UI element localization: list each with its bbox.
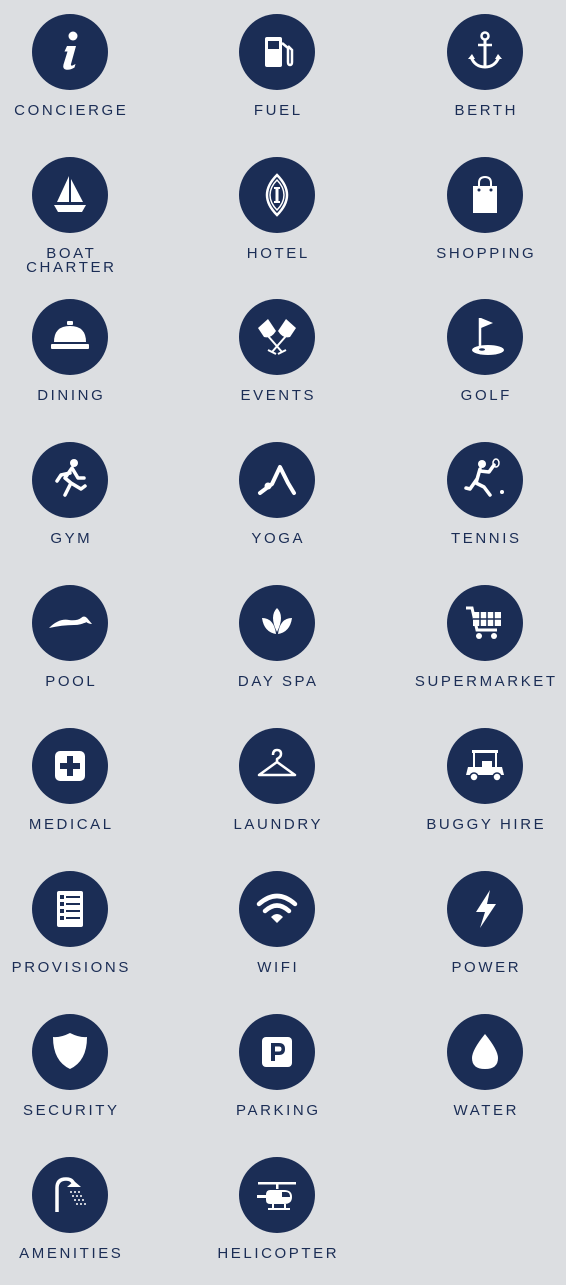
service-provisions[interactable]: PROVISIONS	[0, 869, 164, 999]
service-hotel[interactable]: HOTEL	[183, 155, 371, 285]
service-yoga[interactable]: YOGA	[183, 440, 371, 570]
service-label: POOL	[45, 673, 98, 690]
service-helicopter[interactable]: HELICOPTER	[183, 1155, 371, 1285]
service-label: SHOPPING	[436, 245, 537, 262]
hotel-emblem-icon	[239, 157, 315, 233]
service-parking[interactable]: PARKING	[183, 1012, 371, 1142]
service-label: BUGGY HIRE	[426, 816, 547, 833]
service-label: SUPERMARKET	[414, 673, 558, 690]
swimmer-icon	[32, 585, 108, 661]
service-label: DINING	[37, 387, 106, 404]
service-golf[interactable]: GOLF	[391, 297, 566, 427]
service-label: EVENTS	[240, 387, 317, 404]
service-wifi[interactable]: WIFI	[183, 869, 371, 999]
shield-icon	[32, 1014, 108, 1090]
service-pool[interactable]: POOL	[0, 583, 164, 713]
service-tennis[interactable]: TENNIS	[391, 440, 566, 570]
service-label: WIFI	[257, 959, 300, 976]
parking-sign-icon	[239, 1014, 315, 1090]
lotus-icon	[239, 585, 315, 661]
service-power[interactable]: POWER	[391, 869, 566, 999]
service-label: HOTEL	[246, 245, 310, 262]
water-drop-icon	[447, 1014, 523, 1090]
hanger-icon	[239, 728, 315, 804]
shopping-bag-icon	[447, 157, 523, 233]
service-label: BOAT CHARTER	[26, 245, 117, 276]
service-gym[interactable]: GYM	[0, 440, 164, 570]
service-label: FUEL	[253, 102, 303, 119]
service-buggy-hire[interactable]: BUGGY HIRE	[391, 726, 566, 856]
medical-cross-icon	[32, 728, 108, 804]
service-supermarket[interactable]: SUPERMARKET	[391, 583, 566, 713]
wifi-icon	[239, 871, 315, 947]
service-label: CONCIERGE	[14, 102, 129, 119]
service-boat-charter[interactable]: BOAT CHARTER	[0, 155, 164, 285]
service-water[interactable]: WATER	[391, 1012, 566, 1142]
service-label: BERTH	[454, 102, 519, 119]
service-shopping[interactable]: SHOPPING	[391, 155, 566, 285]
service-label: AMENITIES	[19, 1245, 124, 1262]
service-laundry[interactable]: LAUNDRY	[183, 726, 371, 856]
shower-icon	[32, 1157, 108, 1233]
info-icon	[32, 14, 108, 90]
golf-buggy-icon	[447, 728, 523, 804]
golf-flag-icon	[447, 299, 523, 375]
service-events[interactable]: EVENTS	[183, 297, 371, 427]
cloche-icon	[32, 299, 108, 375]
service-label: PARKING	[235, 1102, 321, 1119]
service-fuel[interactable]: FUEL	[183, 12, 371, 142]
lightning-bolt-icon	[447, 871, 523, 947]
service-label: LAUNDRY	[233, 816, 324, 833]
anchor-icon	[447, 14, 523, 90]
service-label: WATER	[453, 1102, 520, 1119]
yoga-pose-icon	[239, 442, 315, 518]
runner-icon	[32, 442, 108, 518]
tennis-player-icon	[447, 442, 523, 518]
service-label: POWER	[451, 959, 522, 976]
service-label: TENNIS	[450, 530, 522, 547]
services-grid: CONCIERGE FUEL BERTH BOAT CHARTER HOTEL …	[0, 0, 566, 1261]
service-label: MEDICAL	[28, 816, 114, 833]
service-label: DAY SPA	[237, 673, 319, 690]
service-dining[interactable]: DINING	[0, 297, 164, 427]
service-berth[interactable]: BERTH	[391, 12, 566, 142]
service-day-spa[interactable]: DAY SPA	[183, 583, 371, 713]
fuel-pump-icon	[239, 14, 315, 90]
service-amenities[interactable]: AMENITIES	[0, 1155, 164, 1285]
service-label: SECURITY	[22, 1102, 120, 1119]
checklist-icon	[32, 871, 108, 947]
service-label: YOGA	[251, 530, 306, 547]
sailboat-icon	[32, 157, 108, 233]
service-security[interactable]: SECURITY	[0, 1012, 164, 1142]
service-label: GOLF	[460, 387, 512, 404]
champagne-glasses-icon	[239, 299, 315, 375]
service-concierge[interactable]: CONCIERGE	[0, 12, 164, 142]
service-medical[interactable]: MEDICAL	[0, 726, 164, 856]
service-label: PROVISIONS	[11, 959, 131, 976]
service-label: HELICOPTER	[217, 1245, 340, 1262]
helicopter-icon	[239, 1157, 315, 1233]
shopping-cart-icon	[447, 585, 523, 661]
service-label: GYM	[50, 530, 93, 547]
